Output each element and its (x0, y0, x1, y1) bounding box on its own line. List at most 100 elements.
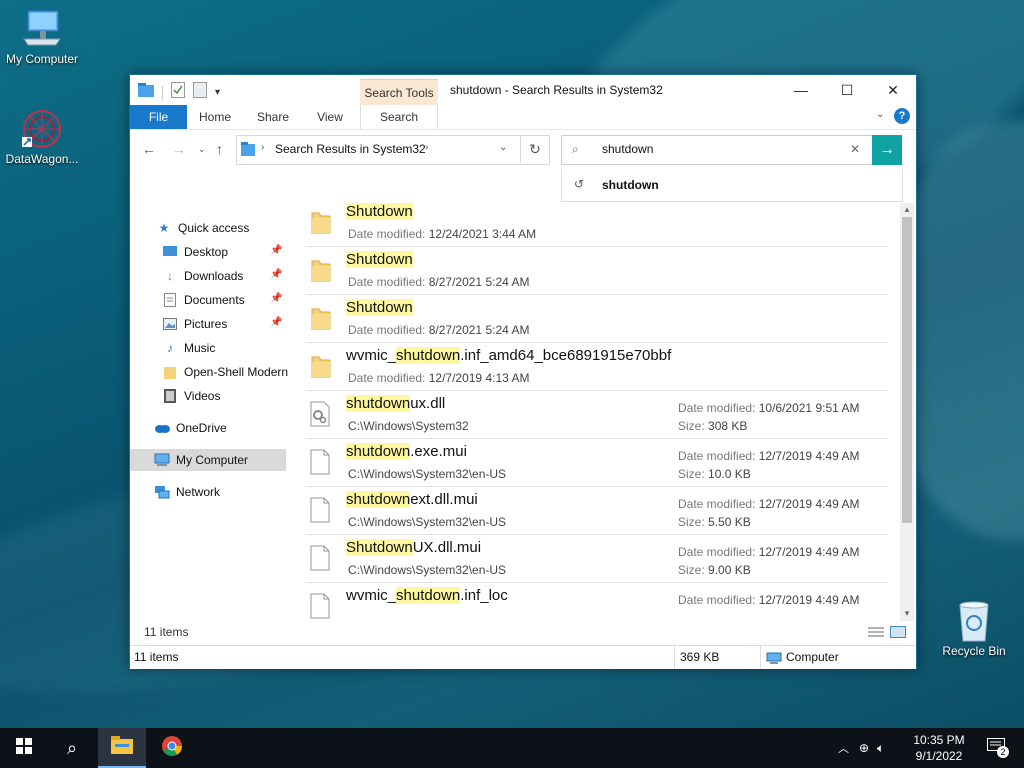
result-row[interactable]: Shutdown Date modified: 8/27/2021 5:24 AM (306, 295, 888, 343)
nav-my-computer[interactable]: My Computer (130, 449, 286, 471)
scroll-thumb[interactable] (902, 217, 912, 523)
tab-file[interactable]: File (130, 105, 187, 129)
nav-label: Music (184, 341, 216, 355)
scroll-up-icon[interactable]: ▴ (900, 203, 914, 215)
tab-view[interactable]: View (305, 105, 355, 129)
tab-share[interactable]: Share (248, 105, 298, 129)
nav-open-shell[interactable]: Open-Shell Modern (162, 361, 288, 383)
notifications-icon: 2 (987, 737, 1009, 759)
globe-icon[interactable]: ⊕ (859, 741, 869, 755)
taskbar-chrome[interactable] (148, 728, 196, 768)
desktop-icon-recycle-bin[interactable]: Recycle Bin (932, 600, 1016, 658)
speaker-icon[interactable]: 🔈︎ (877, 741, 884, 756)
sub-value: 12/24/2021 3:44 AM (428, 227, 537, 241)
qat-dropdown-icon[interactable]: ▾ (215, 87, 220, 98)
ribbon-tabs: File Home Share View Search ⌄ ? (130, 105, 916, 130)
tab-search[interactable]: Search (360, 105, 438, 129)
result-name[interactable]: ShutdownUX.dll.mui (346, 539, 481, 556)
start-button[interactable] (0, 728, 48, 768)
details-view-icon[interactable] (868, 625, 884, 643)
clear-search-button[interactable]: ✕ (850, 142, 860, 156)
title-bar[interactable]: ▾ Search Tools shutdown - Search Results… (130, 75, 916, 106)
name-match-highlight: shutdown (396, 587, 461, 604)
date-modified-label: Date modified: (678, 545, 756, 559)
nav-downloads[interactable]: ↓ Downloads (162, 265, 243, 287)
forward-button[interactable]: → (172, 141, 186, 157)
nav-label: My Computer (176, 453, 249, 467)
chrome-icon (161, 735, 183, 762)
nav-label: Network (176, 485, 221, 499)
help-icon[interactable]: ? (894, 108, 910, 124)
nav-pictures[interactable]: Pictures (162, 313, 227, 335)
result-row[interactable]: ShutdownUX.dll.mui C:\Windows\System32\en… (306, 535, 888, 583)
scroll-down-icon[interactable]: ▾ (900, 607, 914, 619)
address-dropdown-icon[interactable]: ⌄ (499, 142, 507, 153)
new-folder-icon[interactable] (193, 82, 207, 103)
result-row[interactable]: shutdownext.dll.mui C:\Windows\System32\e… (306, 487, 888, 535)
name-prefix: wvmic_ (346, 347, 397, 364)
refresh-icon: ↻ (529, 140, 541, 157)
name-suffix: .exe.mui (410, 443, 467, 460)
forward-arrow-icon: → (172, 141, 186, 157)
result-row[interactable]: Shutdown Date modified: 12/24/2021 3:44 A… (306, 199, 888, 247)
result-date-modified: Date modified: 12/7/2019 4:13 AM (348, 371, 529, 385)
taskbar-clock[interactable]: 10:35 PM 9/1/2022 (904, 732, 974, 764)
result-name[interactable]: shutdownext.dll.mui (346, 491, 478, 508)
file-explorer-window[interactable]: ▾ Search Tools shutdown - Search Results… (129, 74, 917, 669)
result-row[interactable]: wvmic_shutdown.inf_amd64_bce6891915e70bb… (306, 343, 888, 391)
search-box[interactable]: ⌕ ✕ (561, 135, 873, 165)
tab-home[interactable]: Home (190, 105, 240, 129)
chevron-up-icon[interactable]: ︿ (838, 740, 849, 756)
up-button[interactable]: ↑ (216, 141, 223, 157)
history-icon: ↺ (574, 177, 585, 191)
nav-desktop[interactable]: Desktop (162, 241, 228, 263)
properties-icon[interactable] (171, 82, 185, 103)
result-name[interactable]: shutdownux.dll (346, 395, 445, 412)
refresh-button[interactable]: ↻ (520, 135, 549, 163)
breadcrumb[interactable]: Search Results in System32 (275, 142, 426, 156)
pin-icon: 📌 (270, 245, 283, 256)
computer-icon (18, 8, 66, 50)
address-bar[interactable]: › Search Results in System32 › ⌄ (236, 135, 550, 165)
result-name[interactable]: Shutdown (346, 251, 413, 268)
result-name[interactable]: shutdown.exe.mui (346, 443, 467, 460)
desktop-icon-datawagon[interactable]: DataWagon... (0, 108, 84, 166)
search-input[interactable] (600, 141, 844, 157)
result-path: C:\Windows\System32\en-US (348, 467, 506, 481)
result-row[interactable]: shutdownux.dll C:\Windows\System32 Date mo… (306, 391, 888, 439)
name-match-highlight: shutdown (346, 491, 411, 508)
result-name[interactable]: wvmic_shutdown.inf_amd64_bce6891915e70bb… (346, 347, 671, 364)
taskbar-search-button[interactable]: ⌕ (48, 728, 96, 768)
cloud-icon (154, 420, 170, 436)
back-button[interactable]: ← (142, 141, 156, 157)
result-row[interactable]: shutdown.exe.mui C:\Windows\System32\en-U… (306, 439, 888, 487)
nav-documents[interactable]: Documents (162, 289, 245, 311)
desktop-icon-my-computer[interactable]: My Computer (0, 8, 84, 66)
nav-label: Quick access (178, 221, 250, 235)
nav-music[interactable]: ♪ Music (162, 337, 215, 359)
maximize-button[interactable]: ☐ (824, 75, 870, 105)
sub-value: C:\Windows\System32\en-US (348, 515, 507, 529)
taskbar-file-explorer[interactable] (98, 728, 146, 768)
nav-videos[interactable]: Videos (162, 385, 220, 407)
result-name[interactable]: Shutdown (346, 299, 413, 316)
nav-quick-access[interactable]: ★ Quick access (156, 217, 250, 239)
separator (674, 646, 675, 669)
explorer-icon[interactable] (138, 83, 154, 102)
name-match-highlight: Shutdown (346, 299, 413, 316)
search-go-button[interactable]: → (872, 135, 902, 165)
nav-network[interactable]: Network (154, 481, 220, 503)
result-row[interactable]: Shutdown Date modified: 8/27/2021 5:24 AM (306, 247, 888, 295)
result-name[interactable]: wvmic_shutdown.inf_loc (346, 587, 508, 604)
ribbon-expand-icon[interactable]: ⌄ (876, 109, 884, 120)
nav-onedrive[interactable]: OneDrive (154, 417, 227, 439)
minimize-button[interactable]: — (778, 75, 824, 105)
search-suggestion[interactable]: ↺ shutdown (561, 169, 903, 202)
result-row[interactable]: wvmic_shutdown.inf_loc Date modified: 12/… (306, 583, 888, 623)
action-center-button[interactable]: 2 (972, 728, 1020, 768)
large-icons-view-icon[interactable] (890, 625, 906, 643)
result-name[interactable]: Shutdown (346, 203, 413, 220)
vertical-scrollbar[interactable]: ▴ ▾ (900, 203, 914, 621)
recent-locations-button[interactable]: ⌄ (198, 144, 206, 155)
close-button[interactable]: ✕ (870, 75, 916, 105)
